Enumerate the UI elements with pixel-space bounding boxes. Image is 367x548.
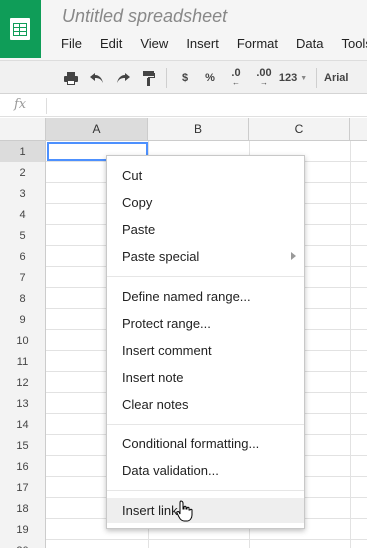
menu-item-label: Paste special bbox=[122, 249, 200, 264]
row-header[interactable]: 16 bbox=[0, 456, 46, 477]
row-header[interactable]: 12 bbox=[0, 372, 46, 393]
currency-format-button[interactable]: $ bbox=[176, 67, 194, 89]
context-menu: Cut Copy Paste Paste special Define name… bbox=[106, 155, 305, 529]
menu-item-paste[interactable]: Paste bbox=[107, 217, 304, 242]
submenu-arrow-icon bbox=[291, 252, 296, 260]
percent-format-button[interactable]: % bbox=[201, 67, 219, 89]
row-header[interactable]: 1 bbox=[0, 141, 46, 162]
menu-tools[interactable]: Tools bbox=[341, 36, 367, 54]
row-header[interactable]: 2 bbox=[0, 162, 46, 183]
toolbar: $ % .0 ← .00 → 123 ▼ Arial bbox=[0, 60, 367, 94]
grid-row[interactable]: 20 bbox=[0, 540, 367, 548]
row-header[interactable]: 5 bbox=[0, 225, 46, 246]
row-header[interactable]: 19 bbox=[0, 519, 46, 540]
decrease-decimal-button[interactable]: .0 ← bbox=[226, 67, 246, 89]
row-header[interactable]: 10 bbox=[0, 330, 46, 351]
menu-item-insert-comment[interactable]: Insert comment bbox=[107, 338, 304, 363]
menu-item-clear-notes[interactable]: Clear notes bbox=[107, 392, 304, 417]
formula-separator bbox=[46, 98, 47, 114]
chevron-down-icon: ▼ bbox=[300, 74, 308, 82]
menu-item-insert-note[interactable]: Insert note bbox=[107, 365, 304, 390]
row-header[interactable]: 11 bbox=[0, 351, 46, 372]
paint-format-icon[interactable] bbox=[138, 67, 160, 89]
toolbar-separator bbox=[166, 68, 167, 88]
increase-decimal-button[interactable]: .00 → bbox=[252, 67, 276, 89]
menu-item-define-named-range[interactable]: Define named range... bbox=[107, 284, 304, 309]
menu-item-data-validation[interactable]: Data validation... bbox=[107, 458, 304, 483]
menu-item-paste-special[interactable]: Paste special bbox=[107, 244, 304, 269]
row-header[interactable]: 7 bbox=[0, 267, 46, 288]
increase-decimal-label: .00 bbox=[256, 67, 272, 79]
row-header[interactable]: 18 bbox=[0, 498, 46, 519]
toolbar-separator bbox=[316, 68, 317, 88]
undo-icon[interactable] bbox=[86, 67, 108, 89]
font-family-select[interactable]: Arial bbox=[324, 67, 364, 89]
row-header[interactable]: 15 bbox=[0, 435, 46, 456]
menu-separator bbox=[107, 276, 304, 277]
row-header[interactable]: 20 bbox=[0, 540, 46, 548]
row-header[interactable]: 17 bbox=[0, 477, 46, 498]
select-all-corner[interactable] bbox=[0, 118, 46, 141]
menu-insert[interactable]: Insert bbox=[186, 36, 219, 54]
formula-input[interactable] bbox=[52, 95, 362, 116]
row-header[interactable]: 3 bbox=[0, 183, 46, 204]
arrow-right-icon: → bbox=[260, 78, 268, 87]
fx-icon: fx bbox=[14, 97, 27, 112]
row-header[interactable]: 8 bbox=[0, 288, 46, 309]
decrease-decimal-label: .0 bbox=[231, 67, 241, 79]
formula-bar: fx bbox=[0, 95, 367, 117]
column-header-d[interactable] bbox=[350, 118, 367, 141]
menu-item-conditional-formatting[interactable]: Conditional formatting... bbox=[107, 431, 304, 456]
column-header-c[interactable]: C bbox=[249, 118, 350, 141]
sheets-logo-icon[interactable] bbox=[0, 0, 41, 58]
menu-data[interactable]: Data bbox=[296, 36, 323, 54]
menu-file[interactable]: File bbox=[61, 36, 82, 54]
menu-separator bbox=[107, 424, 304, 425]
more-formats-button[interactable]: 123 ▼ bbox=[278, 67, 308, 89]
menu-edit[interactable]: Edit bbox=[100, 36, 122, 54]
more-formats-label: 123 bbox=[278, 72, 298, 84]
menu-bar: File Edit View Insert Format Data Tools bbox=[61, 36, 367, 54]
hand-pointer-icon bbox=[176, 500, 194, 527]
column-header-a[interactable]: A bbox=[46, 118, 148, 141]
menu-item-protect-range[interactable]: Protect range... bbox=[107, 311, 304, 336]
arrow-left-icon: ← bbox=[232, 78, 240, 87]
row-header[interactable]: 9 bbox=[0, 309, 46, 330]
menu-item-insert-link[interactable]: Insert link bbox=[107, 498, 304, 523]
redo-icon[interactable] bbox=[112, 67, 134, 89]
menu-item-cut[interactable]: Cut bbox=[107, 163, 304, 188]
menu-separator bbox=[107, 490, 304, 491]
menu-view[interactable]: View bbox=[140, 36, 168, 54]
row-header[interactable]: 4 bbox=[0, 204, 46, 225]
row-header[interactable]: 14 bbox=[0, 414, 46, 435]
row-header[interactable]: 6 bbox=[0, 246, 46, 267]
menu-format[interactable]: Format bbox=[237, 36, 278, 54]
app-header: Untitled spreadsheet File Edit View Inse… bbox=[0, 0, 367, 60]
print-icon[interactable] bbox=[60, 67, 82, 89]
document-title[interactable]: Untitled spreadsheet bbox=[62, 6, 227, 27]
menu-item-copy[interactable]: Copy bbox=[107, 190, 304, 215]
column-header-b[interactable]: B bbox=[148, 118, 249, 141]
row-header[interactable]: 13 bbox=[0, 393, 46, 414]
